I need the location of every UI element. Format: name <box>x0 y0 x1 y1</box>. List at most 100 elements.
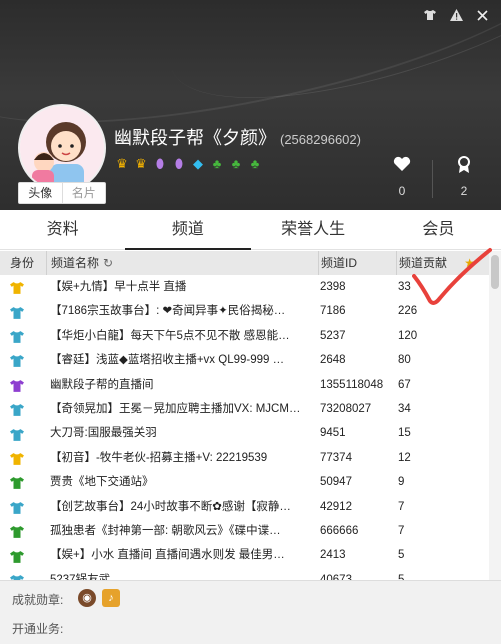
close-icon[interactable] <box>469 8 495 26</box>
role-icon <box>0 495 46 519</box>
channel-id: 7186 <box>320 305 346 318</box>
shield-icon[interactable]: ⬮ <box>171 156 187 172</box>
shirt-icon[interactable] <box>417 8 443 26</box>
table-row[interactable]: 【睿廷】浅蓝◆蓝塔招收主播+vx QL99-999 … 2648 80 <box>0 348 489 372</box>
channel-id: 42912 <box>320 500 352 513</box>
channel-name: 大刀哥:国服最强关羽 <box>50 427 157 440</box>
channel-name: 【初音】-牧牛老伙-招募主播+V: 22219539 <box>50 451 268 464</box>
scrollbar-thumb[interactable] <box>491 255 499 289</box>
profile-header <box>0 0 501 210</box>
role-icon <box>0 324 46 348</box>
honors-count: 2 <box>460 184 468 198</box>
channel-id: 9451 <box>320 427 346 440</box>
refresh-icon[interactable]: ↻ <box>103 256 113 270</box>
channel-name: 【睿廷】浅蓝◆蓝塔招收主播+vx QL99-999 … <box>50 354 285 367</box>
header-contribution-label: 频道贡献 <box>399 256 448 270</box>
table-row[interactable]: 【奇领晃加】王冕－晃加应聘主播加VX: MJCM… 73208027 34 <box>0 397 489 421</box>
channel-contribution: 7 <box>398 500 405 513</box>
likes-count: 0 <box>398 184 406 198</box>
likes-stat[interactable]: 0 <box>382 156 422 198</box>
shield-icon[interactable]: ⬮ <box>152 156 168 172</box>
table-row[interactable]: 【初音】-牧牛老伙-招募主播+V: 22219539 77374 12 <box>0 446 489 470</box>
heart-icon <box>382 156 422 178</box>
channel-contribution: 5 <box>398 573 405 580</box>
honors-stat[interactable]: 2 <box>444 156 484 198</box>
channel-name: 【娱+九情】早十点半 直播 <box>50 281 187 293</box>
table-row[interactable]: 幽默段子帮的直播间 1355118048 67 <box>0 373 489 397</box>
clover-icon[interactable]: ♣ <box>228 156 244 172</box>
diamond-icon[interactable]: ◆ <box>190 156 206 172</box>
stat-divider <box>432 160 433 198</box>
channel-name: 幽默段子帮的直播间 <box>50 378 154 391</box>
card-tab[interactable]: 名片 <box>61 183 106 203</box>
channel-contribution: 5 <box>398 549 405 562</box>
role-icon <box>0 373 46 397</box>
tab-channels[interactable]: 频道 <box>125 210 251 250</box>
channel-name: 【娱+】小水 直播间 直播间遇水则发 最佳男… <box>50 549 285 562</box>
tab-honors[interactable]: 荣誉人生 <box>251 210 376 249</box>
profile-name: 幽默段子帮《夕颜》 (2568296602) <box>114 124 361 150</box>
business-label: 开通业务: <box>12 622 64 636</box>
role-icon <box>0 275 46 299</box>
table-row[interactable]: 贾贵《地下交通站》 50947 9 <box>0 470 489 494</box>
channel-id: 2413 <box>320 549 346 562</box>
table-row[interactable]: 【娱+】小水 直播间 直播间遇水则发 最佳男… 2413 5 <box>0 543 489 567</box>
scrollbar[interactable] <box>489 251 501 580</box>
channel-contribution: 80 <box>398 354 411 367</box>
avatar-tab[interactable]: 头像 <box>19 183 62 203</box>
role-icon <box>0 543 46 567</box>
table-header: 身份 频道名称 ↻ 频道ID 频道贡献 ★ <box>0 251 489 275</box>
role-icon <box>0 397 46 421</box>
channel-id: 2648 <box>320 354 346 367</box>
avatar-tabs: 头像 名片 <box>18 182 106 204</box>
channel-id: 2398 <box>320 281 346 293</box>
channel-contribution: 67 <box>398 378 411 391</box>
header-identity[interactable]: 身份 <box>0 251 46 275</box>
crown-icon[interactable]: ♛ <box>133 156 149 172</box>
crown-icon[interactable]: ♛ <box>114 156 130 172</box>
role-icon <box>0 568 46 580</box>
clover-icon[interactable]: ♣ <box>247 156 263 172</box>
channel-id: 73208027 <box>320 402 372 415</box>
avatar[interactable] <box>18 104 106 192</box>
table-row[interactable]: 5237锅友武 40673 5 <box>0 568 489 580</box>
header-channel-id[interactable]: 频道ID <box>318 251 396 275</box>
role-icon <box>0 470 46 494</box>
channel-contribution: 120 <box>398 329 418 342</box>
table-row[interactable]: 【华炬小白龍】每天下午5点不见不散 感恩能… 5237 120 <box>0 324 489 348</box>
channel-name: 【华炬小白龍】每天下午5点不见不散 感恩能… <box>50 329 290 342</box>
table-row[interactable]: 大刀哥:国服最强关羽 9451 15 <box>0 421 489 445</box>
table-row[interactable]: 孤独患者《封神第一部: 朝歌风云》《碟中谍… 666666 7 <box>0 519 489 543</box>
tab-profile[interactable]: 资料 <box>0 210 125 249</box>
channel-contribution: 15 <box>398 427 411 440</box>
user-id: (2568296602) <box>280 132 361 147</box>
channel-id: 77374 <box>320 451 352 464</box>
header-channel-name-label: 频道名称 <box>51 256 100 270</box>
warning-icon[interactable] <box>443 8 469 26</box>
channel-name: 【创艺故事台】24小时故事不断✿感谢【寂静… <box>50 500 291 513</box>
role-icon <box>0 446 46 470</box>
channel-id: 666666 <box>320 524 359 537</box>
badge-row: ♛ ♛ ⬮ ⬮ ◆ ♣ ♣ ♣ <box>114 156 263 172</box>
channel-name: 孤独患者《封神第一部: 朝歌风云》《碟中谍… <box>50 524 281 537</box>
header-contribution[interactable]: 频道贡献 ★ <box>396 251 489 275</box>
table-row[interactable]: 【7186宗玉故事台】: ❤奇闻异事✦民俗揭秘… 7186 226 <box>0 299 489 323</box>
channel-contribution: 7 <box>398 524 405 537</box>
clover-icon[interactable]: ♣ <box>209 156 225 172</box>
channel-name: 【奇领晃加】王冕－晃加应聘主播加VX: MJCM… <box>50 402 301 415</box>
role-icon <box>0 519 46 543</box>
table-row[interactable]: 【创艺故事台】24小时故事不断✿感谢【寂静… 42912 7 <box>0 495 489 519</box>
tab-membership[interactable]: 会员 <box>376 210 501 249</box>
medal-icon[interactable]: ♪ <box>102 589 120 607</box>
channel-contribution: 33 <box>398 281 411 293</box>
channel-id: 40673 <box>320 573 352 580</box>
header-channel-name[interactable]: 频道名称 ↻ <box>46 251 318 275</box>
channel-id: 5237 <box>320 329 346 342</box>
window-controls <box>417 8 495 26</box>
nickname: 幽默段子帮《夕颜》 <box>114 128 276 148</box>
medal-icon[interactable]: ◉ <box>78 589 96 607</box>
role-icon <box>0 299 46 323</box>
table-row[interactable]: 【娱+九情】早十点半 直播 2398 33 <box>0 275 489 299</box>
channel-id: 50947 <box>320 476 352 489</box>
footer: 成就勋章: ◉ ♪ 开通业务: <box>0 580 501 644</box>
